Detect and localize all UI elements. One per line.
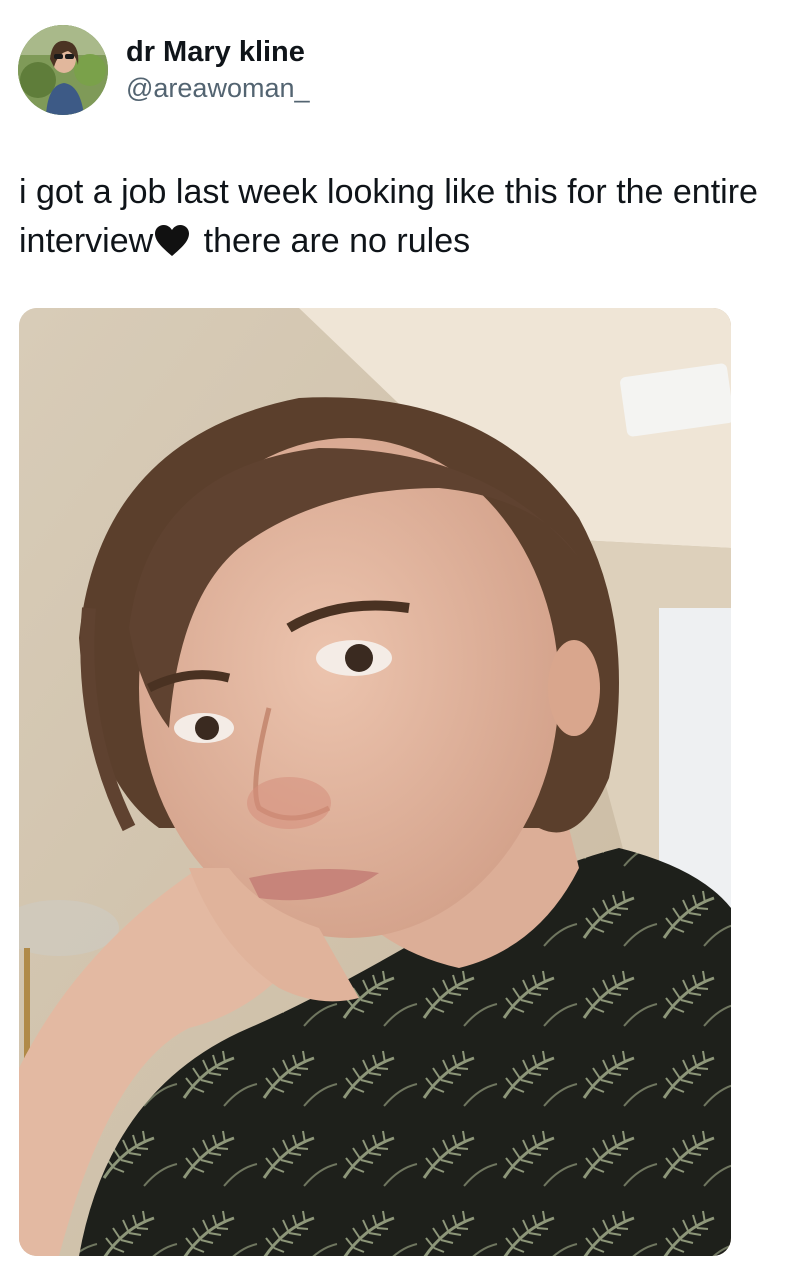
avatar[interactable] xyxy=(18,25,108,115)
author-handle[interactable]: @areawoman_ xyxy=(126,71,310,105)
avatar-photo xyxy=(18,25,108,115)
author-display-name[interactable]: dr Mary kline xyxy=(126,34,310,70)
tweet-card: dr Mary kline @areawoman_ i got a job la… xyxy=(0,0,800,1272)
tweet-text: i got a job last week looking like this … xyxy=(19,168,794,272)
tweet-text-part2: there are no rules xyxy=(194,222,471,260)
black-heart-icon xyxy=(154,223,190,272)
tweet-photo[interactable] xyxy=(19,308,731,1256)
selfie-illustration xyxy=(19,308,731,1256)
author-info: dr Mary kline @areawoman_ xyxy=(126,34,310,105)
